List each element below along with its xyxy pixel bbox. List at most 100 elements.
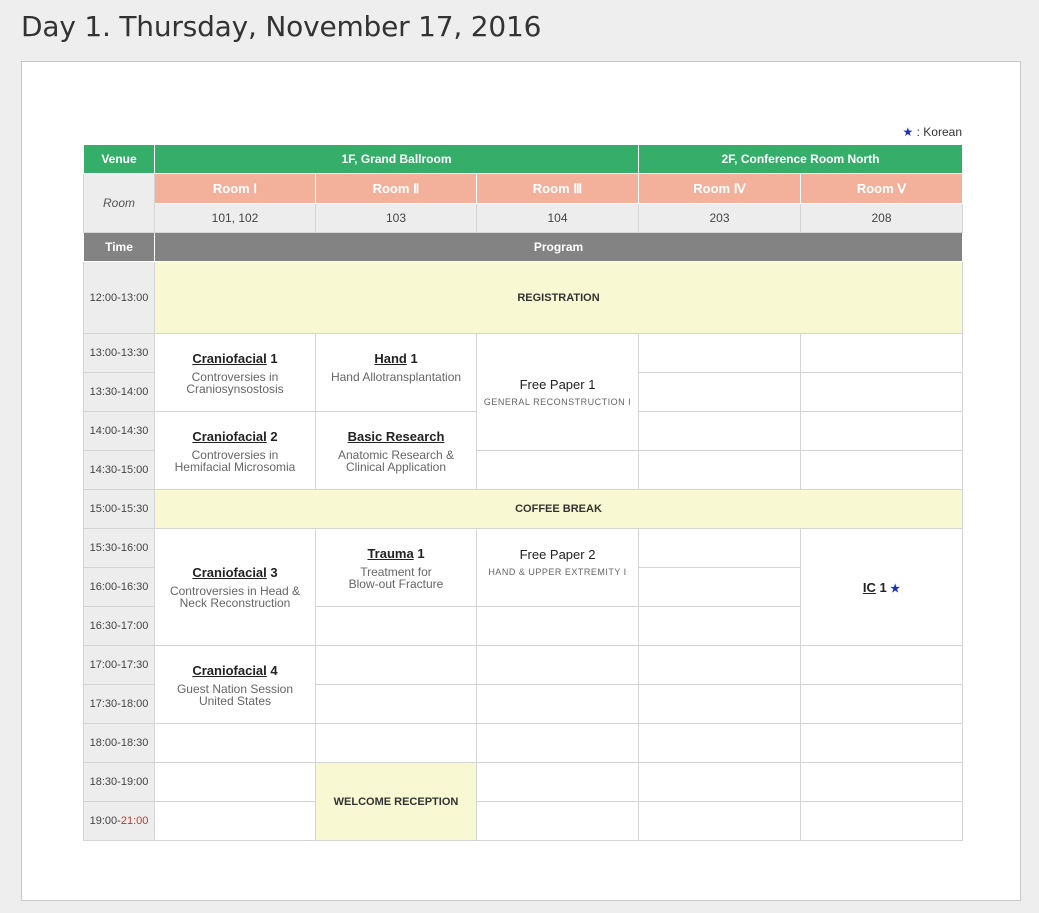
coffee-break-block: COFFEE BREAK xyxy=(154,489,963,529)
session-link[interactable]: Craniofacial xyxy=(192,429,266,444)
star-icon: ★ xyxy=(902,125,914,139)
empty-slot xyxy=(638,567,801,607)
session-ic-1[interactable]: IC 1 ★ xyxy=(800,528,963,646)
session-subtitle: Guest Nation Session xyxy=(176,681,294,696)
session-link[interactable]: Trauma xyxy=(367,546,413,561)
empty-slot xyxy=(638,528,801,568)
venue-label: Venue xyxy=(83,144,155,174)
session-free-paper-2[interactable]: Free Paper 2 HAND & UPPER EXTREMITY I xyxy=(476,528,639,607)
empty-slot xyxy=(154,762,316,802)
empty-slot xyxy=(638,762,801,802)
empty-slot xyxy=(800,372,963,412)
empty-slot xyxy=(476,723,639,763)
room-4-number: 203 xyxy=(638,203,801,233)
room-label: Room xyxy=(83,173,155,233)
session-subtitle: Anatomic Research & xyxy=(337,447,455,462)
session-subtitle: Controversies in xyxy=(191,369,279,384)
empty-slot xyxy=(315,684,477,724)
session-craniofacial-2[interactable]: Craniofacial 2 Controversies in Hemifaci… xyxy=(154,411,316,490)
room-2-name: Room Ⅱ xyxy=(315,173,477,204)
star-icon: ★ xyxy=(890,582,901,595)
legend: ★ : Korean xyxy=(22,125,962,139)
room-2-number: 103 xyxy=(315,203,477,233)
empty-slot xyxy=(638,372,801,412)
time-slot: 13:30-14:00 xyxy=(83,372,155,412)
empty-slot xyxy=(800,762,963,802)
room-1-number: 101, 102 xyxy=(154,203,316,233)
room-3-name: Room Ⅲ xyxy=(476,173,639,204)
session-subtitle: Hand Allotransplantation xyxy=(330,369,462,384)
empty-slot xyxy=(638,723,801,763)
time-slot: 15:30-16:00 xyxy=(83,528,155,568)
session-subtitle: Craniosynsostosis xyxy=(186,381,284,396)
page-title: Day 1. Thursday, November 17, 2016 xyxy=(21,10,542,43)
session-number: 1 xyxy=(406,350,418,366)
session-link[interactable]: Basic Research xyxy=(348,429,445,444)
venue-1f: 1F, Grand Ballroom xyxy=(154,144,639,174)
empty-slot xyxy=(476,684,639,724)
session-subtitle: Blow-out Fracture xyxy=(348,576,444,591)
session-number: 1 xyxy=(413,545,425,561)
registration-block: REGISTRATION xyxy=(154,261,963,334)
session-number: 1 xyxy=(266,350,278,366)
session-subtitle: Clinical Application xyxy=(345,459,447,474)
empty-slot xyxy=(800,333,963,373)
venue-2f: 2F, Conference Room North xyxy=(638,144,963,174)
room-5-name: Room Ⅴ xyxy=(800,173,963,204)
session-number: 3 xyxy=(266,565,278,580)
time-end: 21:00 xyxy=(120,815,149,827)
session-title: Free Paper 1 xyxy=(519,377,596,392)
time-slot: 13:00-13:30 xyxy=(83,333,155,373)
empty-slot xyxy=(638,684,801,724)
empty-slot xyxy=(638,645,801,685)
session-link[interactable]: Hand xyxy=(374,351,407,366)
session-link[interactable]: IC xyxy=(863,580,876,595)
empty-slot xyxy=(476,801,639,841)
time-start: 19:00- xyxy=(89,815,121,827)
time-slot: 18:30-19:00 xyxy=(83,762,155,802)
session-craniofacial-1[interactable]: Craniofacial 1 Controversies in Craniosy… xyxy=(154,333,316,412)
room-3-number: 104 xyxy=(476,203,639,233)
session-trauma-1[interactable]: Trauma 1 Treatment for Blow-out Fracture xyxy=(315,528,477,607)
empty-slot xyxy=(476,762,639,802)
time-slot: 14:00-14:30 xyxy=(83,411,155,451)
time-slot: 18:00-18:30 xyxy=(83,723,155,763)
empty-slot xyxy=(800,645,963,685)
time-slot: 16:30-17:00 xyxy=(83,606,155,646)
empty-slot xyxy=(638,606,801,646)
empty-slot xyxy=(154,723,316,763)
empty-slot xyxy=(315,606,477,646)
schedule-table: Venue 1F, Grand Ballroom 2F, Conference … xyxy=(83,144,963,841)
session-basic-research[interactable]: Basic Research Anatomic Research & Clini… xyxy=(315,411,477,490)
room-5-number: 208 xyxy=(800,203,963,233)
time-slot: 16:00-16:30 xyxy=(83,567,155,607)
session-free-paper-1[interactable]: Free Paper 1 GENERAL RECONSTRUCTION I xyxy=(476,333,639,451)
session-craniofacial-3[interactable]: Craniofacial 3 Controversies in Head & N… xyxy=(154,528,316,646)
empty-slot xyxy=(638,801,801,841)
empty-slot xyxy=(638,411,801,451)
session-link[interactable]: Craniofacial xyxy=(192,565,266,580)
time-slot: 15:00-15:30 xyxy=(83,489,155,529)
time-header: Time xyxy=(83,232,155,262)
session-subtitle: Treatment for xyxy=(360,564,432,579)
session-craniofacial-4[interactable]: Craniofacial 4 Guest Nation Session Unit… xyxy=(154,645,316,724)
session-title: Free Paper 2 xyxy=(519,546,596,562)
session-number: 4 xyxy=(266,662,278,678)
session-subtitle: GENERAL RECONSTRUCTION I xyxy=(483,397,632,407)
empty-slot xyxy=(476,606,639,646)
schedule-panel: ★ : Korean Venue 1F, Grand Ballroom 2F, … xyxy=(21,61,1021,901)
legend-text: : Korean xyxy=(913,125,962,139)
session-link[interactable]: Craniofacial xyxy=(192,351,266,366)
program-header: Program xyxy=(154,232,963,262)
empty-slot xyxy=(800,684,963,724)
session-subtitle: United States xyxy=(198,693,272,708)
session-number: 2 xyxy=(266,428,278,444)
session-subtitle: Neck Reconstruction xyxy=(179,596,291,610)
time-slot: 19:00-21:00 xyxy=(83,801,155,841)
session-subtitle: HAND & UPPER EXTREMITY I xyxy=(488,566,627,577)
time-slot: 14:30-15:00 xyxy=(83,450,155,490)
session-hand-1[interactable]: Hand 1 Hand Allotransplantation xyxy=(315,333,477,412)
session-link[interactable]: Craniofacial xyxy=(192,663,266,678)
empty-slot xyxy=(638,333,801,373)
empty-slot xyxy=(315,723,477,763)
